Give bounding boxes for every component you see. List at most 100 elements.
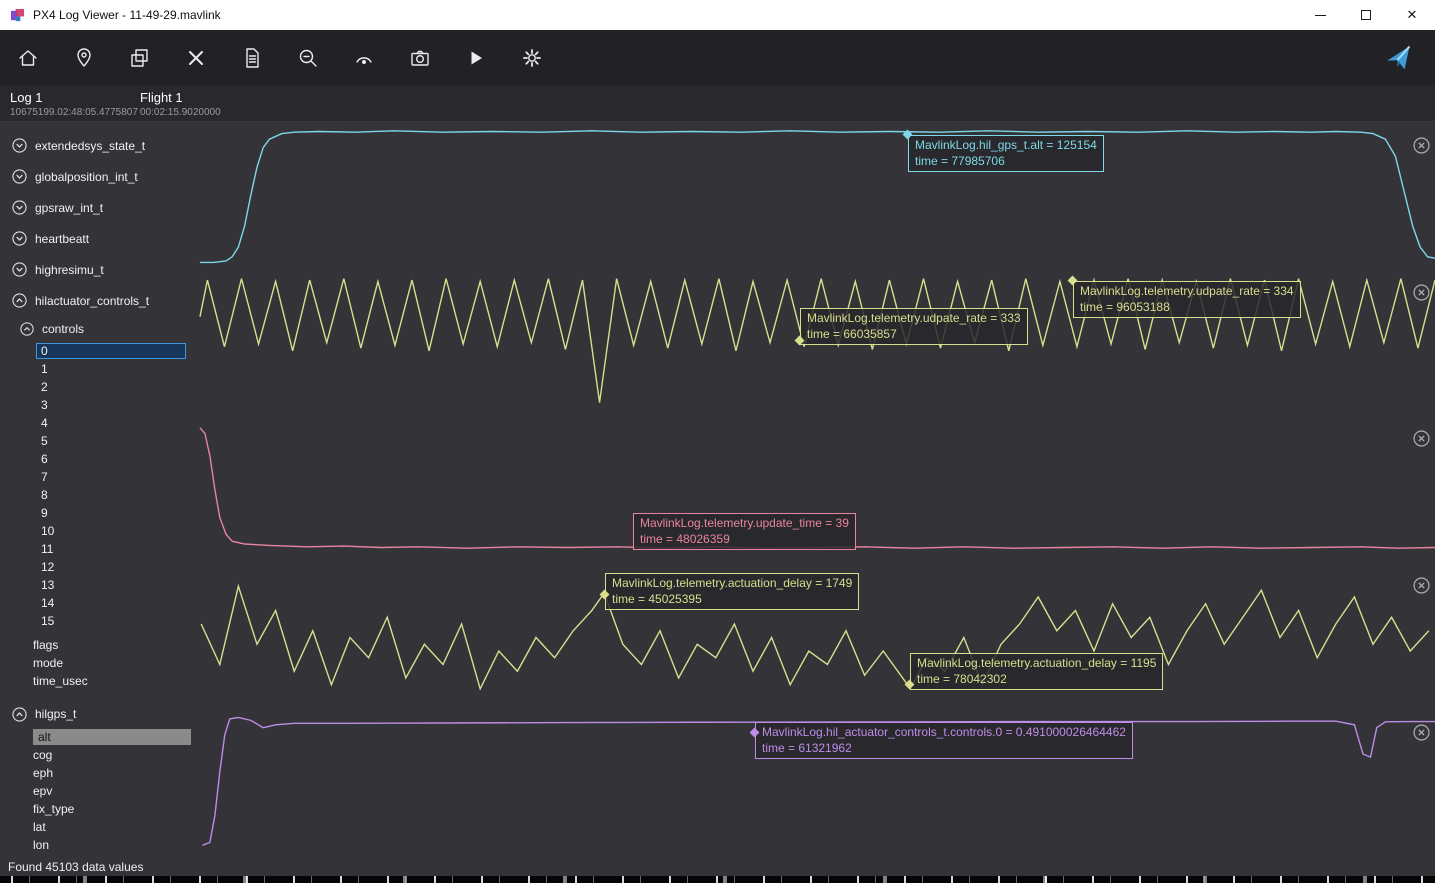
tooltip-time-line: time = 77985706 (915, 153, 1097, 169)
sidebar-item-control-5[interactable]: 5 (0, 432, 196, 450)
px4-log-viewer-window: PX4 Log Viewer - 11-49-29.mavlink ✕ (0, 0, 1435, 883)
chevron-down-circle-icon[interactable] (12, 200, 27, 215)
location-marker-button[interactable] (70, 44, 98, 72)
sidebar-item-control-15[interactable]: 15 (0, 612, 196, 630)
close-chart-4-icon[interactable] (1413, 577, 1430, 594)
chevron-up-circle-icon[interactable] (12, 293, 27, 308)
sidebar-item-heartbeat[interactable]: heartbeatt (0, 223, 196, 254)
sidebar-item-global-position-int[interactable]: globalposition_int_t (0, 161, 196, 192)
sidebar-item-label: extendedsys_state_t (35, 139, 145, 153)
sidebar-item-alt[interactable]: alt (0, 728, 196, 746)
maximize-button[interactable] (1343, 0, 1389, 30)
chevron-down-circle-icon[interactable] (12, 231, 27, 246)
sidebar-item-hil-gps[interactable]: hilgps_t (0, 700, 196, 728)
home-icon (17, 47, 39, 69)
flight-info[interactable]: Flight 1 00:02:15.9020000 (140, 90, 221, 118)
zoom-out-button[interactable] (294, 44, 322, 72)
sidebar-item-control-4[interactable]: 4 (0, 414, 196, 432)
play-icon (465, 47, 487, 69)
sidebar-item-control-3[interactable]: 3 (0, 396, 196, 414)
orbit-icon (353, 47, 375, 69)
sidebar-item-control-1[interactable]: 1 (0, 360, 196, 378)
sidebar-item-lat[interactable]: lat (0, 818, 196, 836)
chevron-up-circle-icon[interactable] (20, 322, 34, 336)
log-time: 10675199.02:48:05.4775807 (10, 107, 138, 118)
sidebar-item-control-14[interactable]: 14 (0, 594, 196, 612)
copy-icon (129, 47, 151, 69)
close-chart-3-icon[interactable] (1413, 430, 1430, 447)
clear-icon (185, 47, 207, 69)
sidebar-item-control-13[interactable]: 13 (0, 576, 196, 594)
sidebar-item-control-6[interactable]: 6 (0, 450, 196, 468)
copy-button[interactable] (126, 44, 154, 72)
document-icon (241, 47, 263, 69)
log-info[interactable]: Log 1 10675199.02:48:05.4775807 (10, 90, 138, 118)
location-marker-icon (73, 47, 95, 69)
sidebar-item-label: highresimu_t (35, 263, 104, 277)
tooltip-value-line: MavlinkLog.telemetry.actuation_delay = 1… (612, 575, 852, 591)
sidebar-item-control-8[interactable]: 8 (0, 486, 196, 504)
sidebar-item-hil-actuator-controls[interactable]: hilactuator_controls_t (0, 285, 196, 316)
sidebar-item-cog[interactable]: cog (0, 746, 196, 764)
chevron-down-circle-icon[interactable] (12, 169, 27, 184)
close-chart-1-icon[interactable] (1413, 137, 1430, 154)
home-button[interactable] (14, 44, 42, 72)
close-chart-2-icon[interactable] (1413, 284, 1430, 301)
value-tooltip-controls-0: MavlinkLog.hil_actuator_controls_t.contr… (755, 722, 1133, 759)
toolbar (0, 30, 1435, 86)
value-tooltip-actuation-delay-1749: MavlinkLog.telemetry.actuation_delay = 1… (605, 573, 859, 610)
sidebar-item-highres-imu[interactable]: highresimu_t (0, 254, 196, 285)
sidebar-item-gps-raw-int[interactable]: gpsraw_int_t (0, 192, 196, 223)
sidebar-item-control-11[interactable]: 11 (0, 540, 196, 558)
tooltip-value-line: MavlinkLog.telemetry.update_time = 39 (640, 515, 849, 531)
sidebar-item-control-0[interactable]: 0 (0, 342, 196, 360)
app-icon (10, 8, 25, 23)
window-title: PX4 Log Viewer - 11-49-29.mavlink (33, 8, 221, 22)
sidebar-item-flags[interactable]: flags (0, 636, 196, 654)
sidebar-item-label: hilgps_t (35, 707, 76, 721)
tooltip-time-line: time = 45025395 (612, 591, 852, 607)
selected-item-highlight: 0 (36, 343, 186, 359)
sidebar-item-mode[interactable]: mode (0, 654, 196, 672)
tooltip-time-line: time = 78042302 (917, 671, 1156, 687)
status-bar: Found 45103 data values (0, 858, 1435, 876)
value-tooltip-update-rate-333: MavlinkLog.telemetry.udpate_rate = 333 t… (800, 308, 1028, 345)
value-tooltip-actuation-delay-1195: MavlinkLog.telemetry.actuation_delay = 1… (910, 653, 1163, 690)
sidebar-item-controls[interactable]: controls (0, 316, 196, 342)
connect-button[interactable] (1381, 40, 1417, 76)
sidebar-item-epv[interactable]: epv (0, 782, 196, 800)
selected-item-highlight: alt (33, 729, 191, 745)
message-tree-sidebar: extendedsys_state_t globalposition_int_t… (0, 122, 196, 858)
sidebar-item-control-7[interactable]: 7 (0, 468, 196, 486)
close-button[interactable]: ✕ (1389, 0, 1435, 30)
minimize-icon (1315, 15, 1326, 16)
play-button[interactable] (462, 44, 490, 72)
sidebar-item-time-usec[interactable]: time_usec (0, 672, 196, 690)
sidebar-item-control-12[interactable]: 12 (0, 558, 196, 576)
settings-button[interactable] (518, 44, 546, 72)
document-button[interactable] (238, 44, 266, 72)
tooltip-time-line: time = 66035857 (807, 326, 1021, 342)
tooltip-time-line: time = 48026359 (640, 531, 849, 547)
sidebar-item-control-9[interactable]: 9 (0, 504, 196, 522)
tooltip-value-line: MavlinkLog.telemetry.actuation_delay = 1… (917, 655, 1156, 671)
sidebar-item-extended-sys-state[interactable]: extendedsys_state_t (0, 130, 196, 161)
minimize-button[interactable] (1297, 0, 1343, 30)
orbit-button[interactable] (350, 44, 378, 72)
camera-button[interactable] (406, 44, 434, 72)
sidebar-item-eph[interactable]: eph (0, 764, 196, 782)
chevron-up-circle-icon[interactable] (12, 707, 27, 722)
sidebar-item-control-2[interactable]: 2 (0, 378, 196, 396)
timeline-minimap[interactable] (0, 876, 1435, 883)
sidebar-item-control-10[interactable]: 10 (0, 522, 196, 540)
chevron-down-circle-icon[interactable] (12, 262, 27, 277)
flight-label: Flight 1 (140, 90, 221, 105)
chevron-down-circle-icon[interactable] (12, 138, 27, 153)
value-tooltip-hil-gps-alt: MavlinkLog.hil_gps_t.alt = 125154 time =… (908, 135, 1104, 172)
clear-button[interactable] (182, 44, 210, 72)
sidebar-item-lon[interactable]: lon (0, 836, 196, 854)
log-label: Log 1 (10, 90, 138, 105)
chart-hil-gps-alt[interactable] (195, 128, 1435, 268)
sidebar-item-fix-type[interactable]: fix_type (0, 800, 196, 818)
close-chart-5-icon[interactable] (1413, 724, 1430, 741)
